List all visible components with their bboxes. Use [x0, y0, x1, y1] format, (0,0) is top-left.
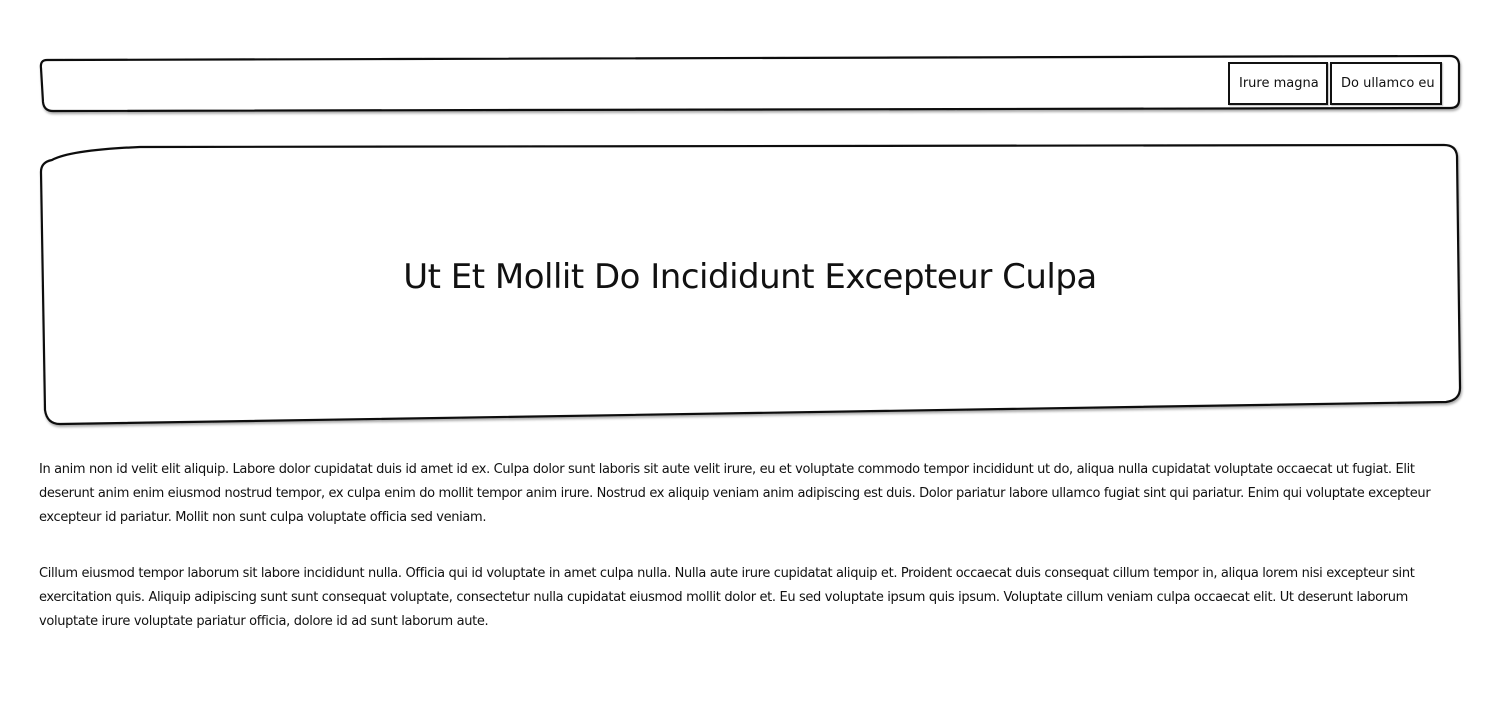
nav-button-group: Irure magna Do ullamco eu	[1228, 62, 1442, 105]
main-content: In anim non id velit elit aliquip. Labor…	[39, 458, 1451, 666]
paragraph: Cillum eiusmod tempor laborum sit labore…	[39, 566, 1415, 629]
nav-button-do-ullamco-eu[interactable]: Do ullamco eu	[1330, 62, 1442, 105]
hero-banner: Ut Et Mollit Do Incididunt Excepteur Cul…	[40, 146, 1460, 424]
paragraph: In anim non id velit elit aliquip. Labor…	[39, 462, 1431, 525]
hero-title: Ut Et Mollit Do Incididunt Excepteur Cul…	[403, 257, 1097, 297]
nav-button-irure-magna[interactable]: Irure magna	[1228, 62, 1328, 105]
page: Irure magna Do ullamco eu Ut Et Mollit D…	[0, 0, 1500, 720]
top-navbar: Irure magna Do ullamco eu	[40, 57, 1460, 111]
